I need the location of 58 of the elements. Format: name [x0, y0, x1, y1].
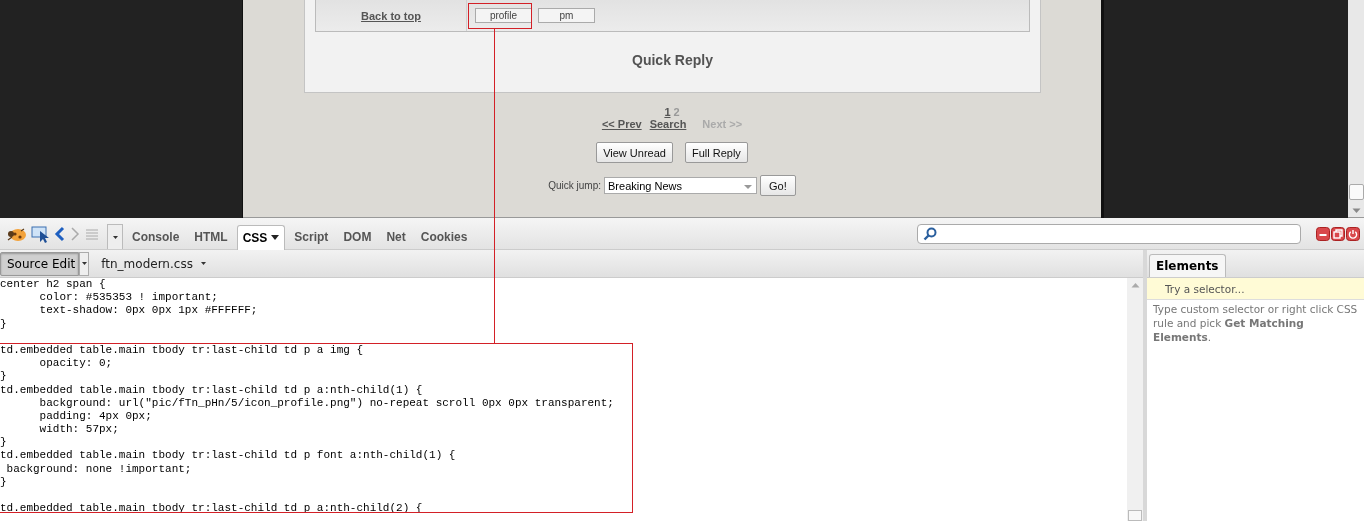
minimize-icon[interactable]: [1316, 226, 1330, 241]
scrollbar[interactable]: [1348, 0, 1364, 218]
post-action-button[interactable]: pm: [538, 8, 595, 23]
dropdown-caret-icon: [743, 183, 754, 190]
quick-jump-label: Quick jump:: [548, 180, 602, 191]
caret-icon: [112, 235, 118, 239]
scroll-thumb[interactable]: [1128, 510, 1142, 521]
code-line: background: none !important;: [5, 462, 192, 475]
panel-tab[interactable]: HTML: [188, 224, 234, 250]
inspect-icon[interactable]: [31, 224, 51, 243]
search-field[interactable]: [917, 223, 1301, 244]
pagination-link[interactable]: << Prev: [601, 118, 642, 130]
code-line: padding: 4px 0px;: [38, 409, 152, 422]
code-line: }: [0, 475, 7, 488]
scroll-down-icon[interactable]: [1351, 208, 1361, 214]
forum-select[interactable]: Breaking News: [604, 177, 758, 194]
code-line: td.embedded table.main tbody tr:last-child td p a img {: [0, 343, 364, 356]
code-line: background: url("pic/fTn_pHn/5/icon_profile.png") no-repeat scroll 0px 0px transparent;: [38, 396, 614, 409]
forum-button[interactable]: View Unread: [596, 142, 673, 163]
page-number[interactable]: 1: [664, 106, 671, 118]
go-button[interactable]: Go!: [760, 175, 796, 196]
panel-tab[interactable]: Script: [288, 224, 335, 250]
scrollbar[interactable]: [1127, 278, 1143, 521]
forum-button[interactable]: Full Reply: [684, 142, 748, 163]
panel-tab[interactable]: Net: [380, 224, 412, 250]
source-edit-button[interactable]: Source Edit: [0, 251, 80, 276]
code-line: td.embedded table.main tbody tr:last-child td p a:nth-child(1) {: [0, 383, 423, 396]
selector-field[interactable]: Try a selector...: [1147, 278, 1364, 300]
panel-tab[interactable]: DOM: [337, 224, 378, 250]
highlight-box: [468, 3, 532, 29]
panel-tab[interactable]: CSS: [236, 224, 286, 250]
dropdown-button[interactable]: [107, 224, 123, 249]
elements-tab[interactable]: Elements: [1149, 254, 1226, 277]
panel-tab[interactable]: Console: [126, 224, 186, 250]
restore-icon[interactable]: [1331, 226, 1345, 241]
back-to-top-link[interactable]: Back to top: [316, 9, 466, 22]
code-line: color: #535353 ! important;: [38, 291, 218, 304]
code-line: width: 57px;: [38, 423, 119, 436]
code-line: }: [0, 370, 7, 383]
scroll-thumb[interactable]: [1348, 184, 1364, 200]
code-line: }: [0, 317, 7, 330]
quick-reply-heading: Quick Reply: [631, 52, 714, 68]
caret-icon: [81, 262, 87, 265]
code-line: }: [0, 436, 7, 449]
code-line: opacity: 0;: [38, 357, 113, 370]
search-icon: [923, 226, 937, 241]
panel-tab[interactable]: Cookies: [414, 224, 474, 250]
hint-text: Type custom selector or right click CSS rule and pick Get Matching Elements.: [1152, 302, 1359, 345]
scroll-up-icon[interactable]: [1130, 282, 1140, 288]
dropdown-button[interactable]: [79, 251, 90, 276]
code-line: center h2 span {: [0, 278, 106, 290]
post-action-button[interactable]: profile: [475, 8, 532, 23]
caret-icon: [200, 262, 206, 265]
file-menu[interactable]: ftn_modern.css: [101, 256, 206, 271]
power-icon[interactable]: [1346, 226, 1360, 241]
code-line: text-shadow: 0px 0px 1px #FFFFFF;: [38, 304, 258, 317]
pagination-link[interactable]: Search: [649, 118, 687, 130]
code-line: td.embedded table.main tbody tr:last-child td p font a:nth-child(1) {: [0, 449, 456, 462]
